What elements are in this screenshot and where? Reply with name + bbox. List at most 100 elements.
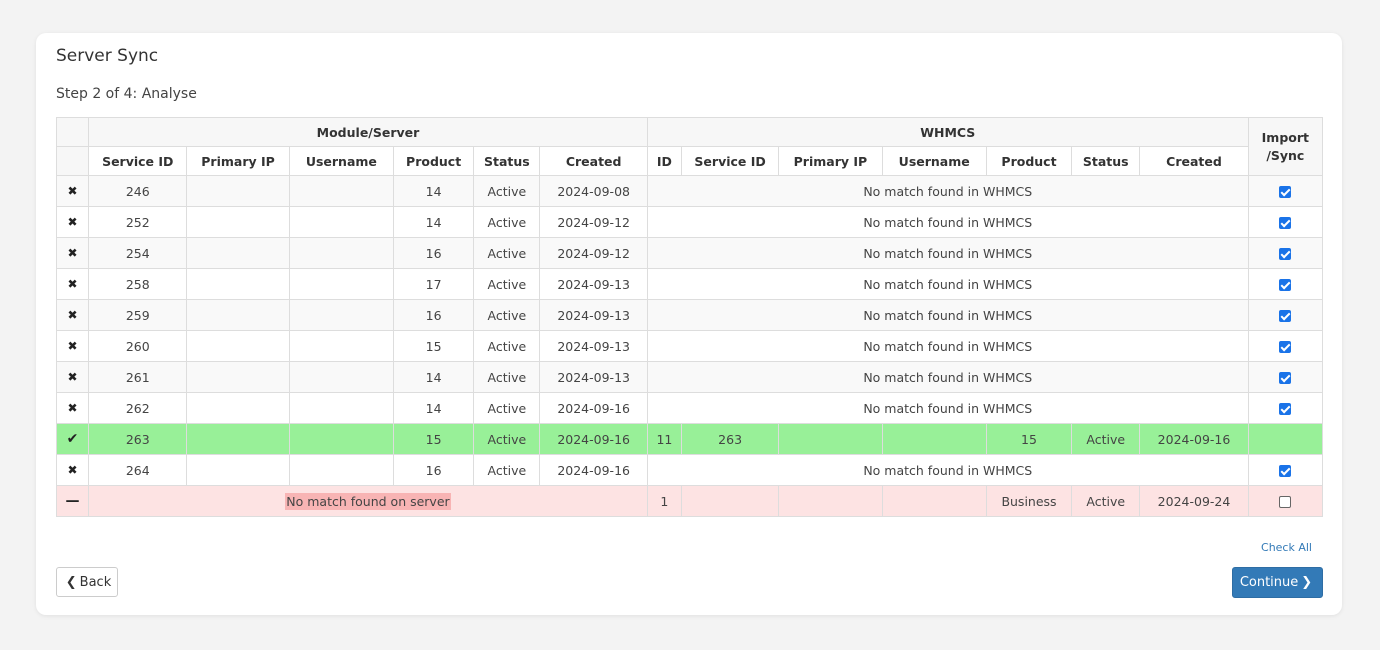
status-icon-cell: ✖ <box>55 299 90 331</box>
cell-product: 14 <box>393 392 475 424</box>
cell-username <box>288 237 395 269</box>
table-row: ✖ 259 16 Active 2024-09-13 No match found in … <box>55 299 1324 331</box>
import-sync-cell <box>1247 454 1324 486</box>
cell-primary-ip <box>186 237 290 269</box>
no-match-whmcs-cell: No match found in WHMCS <box>646 237 1249 269</box>
header-import-sync: Import/Sync <box>1247 117 1324 176</box>
cell-username <box>288 299 395 331</box>
table-row: ✖ 246 14 Active 2024-09-08 No match found in … <box>55 175 1324 207</box>
import-sync-checkbox[interactable] <box>1279 403 1292 415</box>
import-sync-cell <box>1247 237 1324 269</box>
import-sync-cell <box>1247 175 1324 207</box>
import-sync-checkbox[interactable] <box>1279 248 1292 260</box>
import-sync-checkbox[interactable] <box>1279 310 1292 322</box>
cell-status: Active <box>473 237 541 269</box>
header-module-server: Module/Server <box>88 117 648 147</box>
no-match-whmcs-cell: No match found in WHMCS <box>646 299 1249 331</box>
status-icon-cell: ✖ <box>55 268 90 300</box>
cell-username <box>288 175 395 207</box>
col-created: Created <box>539 146 648 176</box>
cell-created: 2024-09-16 <box>539 454 648 486</box>
col-whmcs-username: Username <box>881 146 987 176</box>
whmcs-cell-service-id: 263 <box>680 423 780 455</box>
chevron-right-icon: ❯ <box>1301 575 1313 590</box>
import-sync-checkbox[interactable] <box>1279 496 1292 508</box>
cell-username <box>288 268 395 300</box>
import-sync-cell <box>1247 299 1324 331</box>
check-all-link[interactable]: Check All <box>1261 541 1312 554</box>
col-whmcs-product: Product <box>985 146 1073 176</box>
cell-created: 2024-09-16 <box>539 423 648 455</box>
x-icon: ✖ <box>67 215 78 229</box>
cell-primary-ip <box>186 330 290 362</box>
no-match-whmcs-cell: No match found in WHMCS <box>646 361 1249 393</box>
no-match-whmcs-cell: No match found in WHMCS <box>646 392 1249 424</box>
status-icon-cell: — <box>55 485 90 517</box>
x-icon: ✖ <box>67 246 78 260</box>
whmcs-cell-product: 15 <box>985 423 1073 455</box>
cell-primary-ip <box>186 299 290 331</box>
status-icon-cell: ✖ <box>55 206 90 238</box>
col-service-id: Service ID <box>88 146 188 176</box>
import-sync-cell <box>1247 330 1324 362</box>
header-whmcs: WHMCS <box>646 117 1249 147</box>
whmcs-cell-status: Active <box>1071 423 1141 455</box>
cell-product: 15 <box>393 423 475 455</box>
sync-table-body: ✖ 246 14 Active 2024-09-08 No match found in … <box>55 175 1324 517</box>
cell-product: 15 <box>393 330 475 362</box>
import-sync-checkbox[interactable] <box>1279 217 1292 229</box>
import-sync-checkbox[interactable] <box>1279 341 1292 353</box>
x-icon: ✖ <box>67 463 78 477</box>
cell-service-id: 259 <box>88 299 188 331</box>
cell-service-id: 261 <box>88 361 188 393</box>
continue-label: Continue <box>1239 575 1299 590</box>
cell-product: 16 <box>393 237 475 269</box>
cell-primary-ip <box>186 361 290 393</box>
cell-product: 16 <box>393 299 475 331</box>
col-username: Username <box>288 146 395 176</box>
cell-created: 2024-09-12 <box>539 206 648 238</box>
cell-created: 2024-09-13 <box>539 361 648 393</box>
x-icon: ✖ <box>67 370 78 384</box>
whmcs-cell-status: Active <box>1071 485 1141 517</box>
col-status: Status <box>473 146 541 176</box>
cell-created: 2024-09-08 <box>539 175 648 207</box>
continue-button[interactable]: Continue ❯ <box>1232 567 1323 598</box>
whmcs-cell-username <box>881 423 987 455</box>
cell-service-id: 258 <box>88 268 188 300</box>
sync-table: Module/Server WHMCS Import/Sync Service … <box>55 117 1324 517</box>
back-button[interactable]: ❮ Back <box>56 567 118 597</box>
col-whmcs-status: Status <box>1071 146 1141 176</box>
col-whmcs-created: Created <box>1139 146 1249 176</box>
import-sync-checkbox[interactable] <box>1279 465 1292 477</box>
no-match-whmcs-cell: No match found in WHMCS <box>646 330 1249 362</box>
header-blank-2 <box>55 146 90 176</box>
server-sync-panel: Server Sync Step 2 of 4: Analyse Module/… <box>36 33 1342 615</box>
import-sync-checkbox[interactable] <box>1279 279 1292 291</box>
table-row: ✔ 263 15 Active 2024-09-16 11 263 15 Active 2024-… <box>55 423 1324 455</box>
whmcs-cell-id: 11 <box>646 423 682 455</box>
no-match-server-label: No match found on server <box>285 492 451 510</box>
cell-username <box>288 392 395 424</box>
import-sync-cell <box>1247 361 1324 393</box>
table-row: ✖ 264 16 Active 2024-09-16 No match found in … <box>55 454 1324 486</box>
x-icon: ✖ <box>67 339 78 353</box>
col-whmcs-id: ID <box>646 146 682 176</box>
whmcs-cell-primary-ip <box>778 485 883 517</box>
cell-status: Active <box>473 392 541 424</box>
no-match-whmcs-cell: No match found in WHMCS <box>646 206 1249 238</box>
no-match-whmcs-cell: No match found in WHMCS <box>646 454 1249 486</box>
whmcs-cell-service-id <box>680 485 780 517</box>
import-sync-cell <box>1247 268 1324 300</box>
table-row: ✖ 260 15 Active 2024-09-13 No match found in … <box>55 330 1324 362</box>
import-sync-cell <box>1247 423 1324 455</box>
import-sync-cell <box>1247 485 1324 517</box>
cell-username <box>288 361 395 393</box>
whmcs-cell-product: Business <box>985 485 1073 517</box>
import-sync-checkbox[interactable] <box>1279 372 1292 384</box>
cell-status: Active <box>473 423 541 455</box>
cell-created: 2024-09-12 <box>539 237 648 269</box>
import-sync-checkbox[interactable] <box>1279 186 1292 198</box>
status-icon-cell: ✔ <box>55 423 90 455</box>
col-primary-ip: Primary IP <box>186 146 290 176</box>
